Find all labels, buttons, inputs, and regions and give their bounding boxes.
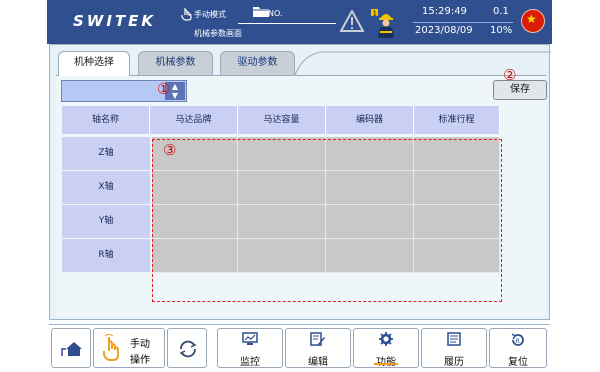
- cycle-button[interactable]: [167, 328, 207, 368]
- home-icon: [61, 342, 82, 356]
- footer-bar: 手动 操作 监控 编辑 功能: [49, 324, 550, 370]
- history-label: 履历: [444, 357, 464, 368]
- reset-button[interactable]: R 复位: [489, 328, 547, 368]
- home-button[interactable]: [51, 328, 91, 368]
- operator-icon[interactable]: 1: [371, 5, 401, 39]
- column-header: 马达品牌: [150, 106, 238, 134]
- annotation-marker-1: ①: [157, 80, 171, 98]
- axis-name-cell: R轴: [62, 239, 150, 272]
- axis-name-cell: X轴: [62, 171, 150, 204]
- gear-icon: [354, 332, 418, 350]
- mode-info: 手动模式 NO. 机械参数画面: [180, 4, 337, 40]
- column-header: 标准行程: [414, 106, 500, 134]
- manual-operation-button[interactable]: 手动 操作: [93, 328, 165, 368]
- annotation-marker-3: ③: [163, 141, 177, 159]
- column-header: 编码器: [326, 106, 414, 134]
- edit-label: 编辑: [308, 357, 328, 368]
- tab-drive-params[interactable]: 驱动参数: [220, 51, 295, 75]
- brand-logo: SWITEK: [73, 12, 157, 30]
- column-header: 马达容量: [238, 106, 326, 134]
- save-button[interactable]: 保存: [493, 80, 547, 100]
- clock-time: 15:29:49: [422, 6, 467, 17]
- hand-icon: [103, 334, 119, 361]
- active-indicator: [374, 363, 398, 365]
- header-divider: [238, 23, 336, 24]
- monitor-button[interactable]: 监控: [217, 328, 283, 368]
- mode-text: 手动模式: [194, 10, 226, 19]
- warning-icon[interactable]: [340, 10, 364, 32]
- header-divider: [413, 22, 513, 23]
- function-button[interactable]: 功能: [353, 328, 419, 368]
- tab-mechanical-params[interactable]: 机械参数: [138, 51, 213, 75]
- monitor-icon: [218, 332, 282, 350]
- svg-text:1: 1: [373, 10, 377, 18]
- history-button[interactable]: 履历: [421, 328, 487, 368]
- column-header: 轴名称: [62, 106, 150, 134]
- screen-name: 机械参数画面: [194, 29, 242, 38]
- tab-model-select[interactable]: 机种选择: [58, 51, 130, 76]
- hand-icon: [181, 8, 192, 21]
- reset-label: 复位: [508, 357, 528, 368]
- cycle-icon: [179, 340, 197, 358]
- svg-text:R: R: [516, 338, 520, 345]
- annotation-highlight-box: [152, 139, 502, 302]
- edit-button[interactable]: 编辑: [285, 328, 351, 368]
- function-label: 功能: [354, 353, 418, 368]
- manual-label-line-1: 手动: [130, 339, 150, 350]
- edit-icon: [286, 332, 350, 350]
- manual-label-line-2: 操作: [130, 355, 150, 366]
- history-icon: [422, 332, 486, 350]
- speed-value: 0.1: [493, 6, 509, 17]
- axis-name-cell: Z轴: [62, 137, 150, 170]
- star-icon: ★: [526, 12, 537, 26]
- override-percent: 10%: [490, 25, 513, 36]
- axis-name-cell: Y轴: [62, 205, 150, 238]
- monitor-label: 监控: [240, 357, 260, 368]
- china-flag-icon[interactable]: ★: [521, 9, 545, 33]
- program-number[interactable]: NO.: [268, 9, 283, 18]
- header-bar: SWITEK 手动模式 NO. 机械参数画面 1 15:29:49 2023/0…: [47, 0, 552, 44]
- clock-date: 2023/08/09: [415, 25, 473, 36]
- reset-icon: R: [490, 332, 546, 352]
- hmi-screen: SWITEK 手动模式 NO. 机械参数画面 1 15:29:49 2023/0…: [47, 0, 552, 372]
